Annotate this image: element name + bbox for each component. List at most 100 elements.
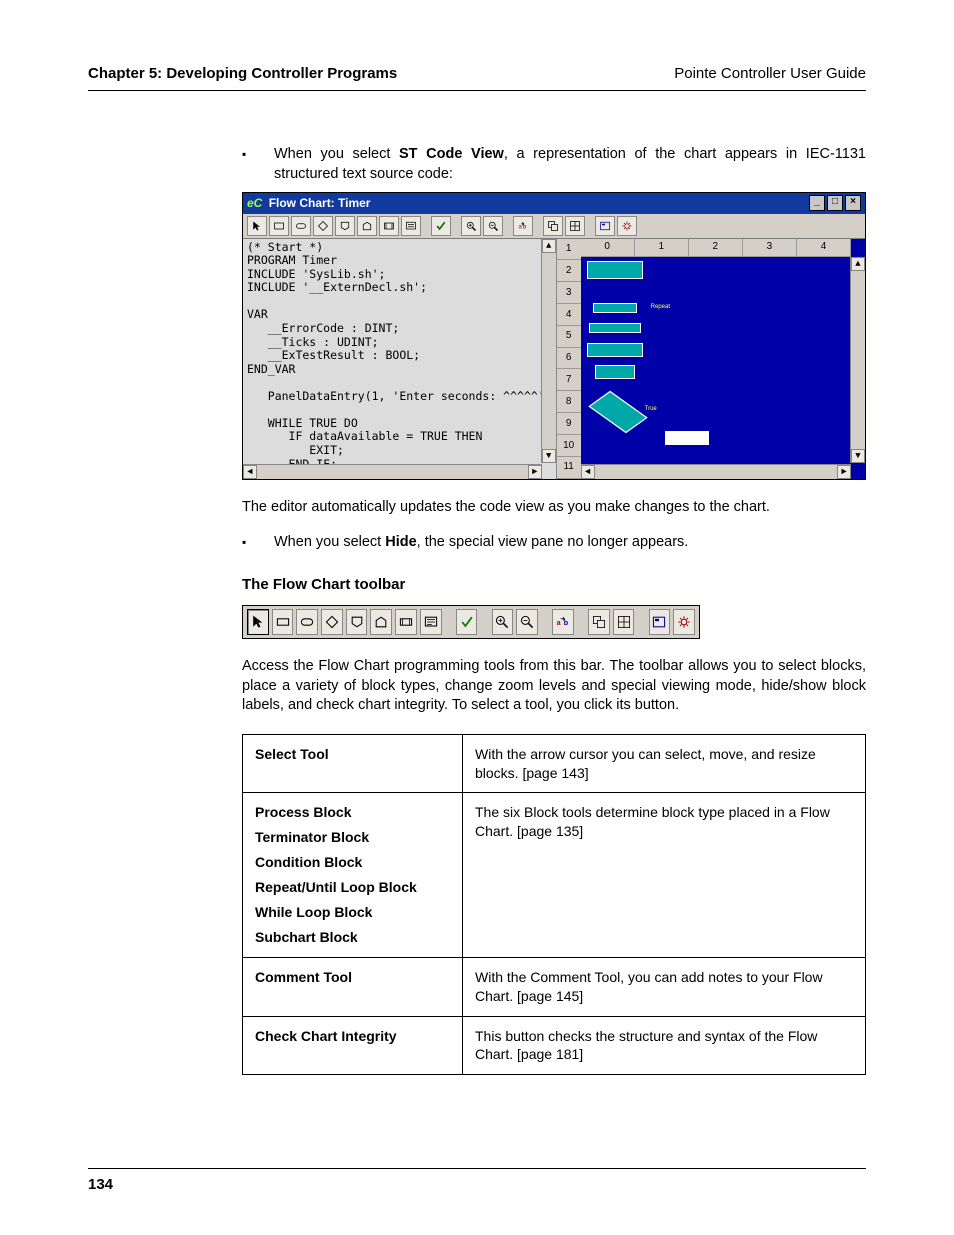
- flowchart-condition[interactable]: [588, 390, 647, 432]
- bullet-item: ▪ When you select Hide, the special view…: [242, 533, 866, 553]
- subchart-block-icon[interactable]: [379, 216, 399, 236]
- flowchart-label: True: [645, 405, 657, 413]
- bullet-text: When you select Hide, the special view p…: [274, 533, 866, 553]
- running-header: Chapter 5: Developing Controller Program…: [88, 64, 866, 91]
- table-row: Comment Tool With the Comment Tool, you …: [243, 957, 866, 1016]
- labels-icon[interactable]: [649, 609, 671, 635]
- comment-block-icon[interactable]: [401, 216, 421, 236]
- zoom-out-icon[interactable]: [483, 216, 503, 236]
- minimize-button[interactable]: _: [809, 195, 825, 211]
- while-loop-block-icon[interactable]: [357, 216, 377, 236]
- scroll-left-icon[interactable]: ◄: [581, 465, 595, 479]
- table-row: Select Tool With the arrow cursor you ca…: [243, 734, 866, 793]
- scroll-right-icon[interactable]: ►: [837, 465, 851, 479]
- repeat-loop-block-icon[interactable]: [346, 609, 368, 635]
- bullet-marker: ▪: [242, 145, 256, 184]
- svg-text:a: a: [557, 618, 562, 627]
- copy-view-icon[interactable]: [588, 609, 610, 635]
- flowchart-block[interactable]: [595, 365, 635, 379]
- condition-block-icon[interactable]: [321, 609, 343, 635]
- settings-icon[interactable]: [617, 216, 637, 236]
- special-view-icon[interactable]: [565, 216, 585, 236]
- subchart-block-icon[interactable]: [395, 609, 417, 635]
- scroll-right-icon[interactable]: ►: [528, 465, 542, 479]
- repeat-loop-block-icon[interactable]: [335, 216, 355, 236]
- tool-label: Check Chart Integrity: [255, 1027, 450, 1046]
- pointer-icon[interactable]: [247, 216, 267, 236]
- embedded-toolbar: ab: [243, 214, 865, 239]
- tool-label: Condition Block: [255, 853, 450, 872]
- tool-description: The six Block tools determine block type…: [463, 793, 866, 957]
- toolbar-paragraph: Access the Flow Chart programming tools …: [242, 657, 866, 716]
- flowchart-canvas[interactable]: Repeat True: [581, 257, 851, 465]
- flowchart-toolbar: ab: [242, 605, 700, 639]
- col-headers: 0 1 2 3 4: [581, 239, 851, 257]
- flowchart-block[interactable]: [587, 261, 643, 279]
- close-button[interactable]: ×: [845, 195, 861, 211]
- table-row: Process Block Terminator Block Condition…: [243, 793, 866, 957]
- terminator-block-icon[interactable]: [291, 216, 311, 236]
- window-titlebar: eC Flow Chart: Timer _ □ ×: [243, 193, 865, 213]
- tool-description: This button checks the structure and syn…: [463, 1016, 866, 1075]
- chart-hscrollbar[interactable]: ◄ ►: [581, 464, 851, 479]
- settings-icon[interactable]: [673, 609, 695, 635]
- para-after-window: The editor automatically updates the cod…: [242, 498, 866, 518]
- guide-title: Pointe Controller User Guide: [674, 64, 866, 84]
- section-heading: The Flow Chart toolbar: [242, 575, 866, 595]
- scroll-down-icon[interactable]: ▼: [542, 449, 556, 463]
- chart-vscrollbar[interactable]: ▲ ▼: [850, 257, 865, 463]
- code-hscrollbar[interactable]: ◄ ►: [243, 464, 542, 479]
- flowchart-block[interactable]: [593, 303, 637, 313]
- svg-text:b: b: [523, 224, 527, 230]
- bullet-marker: ▪: [242, 533, 256, 553]
- table-row: Check Chart Integrity This button checks…: [243, 1016, 866, 1075]
- zoom-out-icon[interactable]: [516, 609, 538, 635]
- zoom-in-icon[interactable]: [461, 216, 481, 236]
- scroll-up-icon[interactable]: ▲: [542, 239, 556, 253]
- svg-text:a: a: [519, 224, 523, 230]
- tool-table: Select Tool With the arrow cursor you ca…: [242, 734, 866, 1076]
- st-code-text: (* Start *) PROGRAM Timer INCLUDE 'SysLi…: [243, 239, 556, 479]
- chapter-title: Chapter 5: Developing Controller Program…: [88, 64, 397, 84]
- while-loop-block-icon[interactable]: [370, 609, 392, 635]
- st-code-pane: (* Start *) PROGRAM Timer INCLUDE 'SysLi…: [243, 239, 557, 479]
- check-integrity-icon[interactable]: [431, 216, 451, 236]
- special-view-icon[interactable]: [613, 609, 635, 635]
- zoom-in-icon[interactable]: [492, 609, 514, 635]
- page-number: 134: [88, 1168, 866, 1195]
- app-icon: eC: [247, 196, 262, 210]
- labels-icon[interactable]: [595, 216, 615, 236]
- condition-block-icon[interactable]: [313, 216, 333, 236]
- flowchart-label: Repeat: [651, 303, 670, 311]
- flowchart-block[interactable]: [589, 323, 641, 333]
- tool-label: Select Tool: [255, 745, 450, 764]
- replace-vars-icon[interactable]: ab: [513, 216, 533, 236]
- window-title: Flow Chart: Timer: [269, 196, 371, 210]
- scroll-left-icon[interactable]: ◄: [243, 465, 257, 479]
- copy-view-icon[interactable]: [543, 216, 563, 236]
- process-block-icon[interactable]: [272, 609, 294, 635]
- check-integrity-icon[interactable]: [456, 609, 478, 635]
- maximize-button[interactable]: □: [827, 195, 843, 211]
- flowchart-pane: 1 2 3 4 5 6 7 8 9 10 11 0 1: [557, 239, 865, 479]
- tool-label: Process Block: [255, 803, 450, 822]
- bullet-item: ▪ When you select ST Code View, a repres…: [242, 145, 866, 184]
- terminator-block-icon[interactable]: [296, 609, 318, 635]
- tool-label: Terminator Block: [255, 828, 450, 847]
- bullet-text: When you select ST Code View, a represen…: [274, 145, 866, 184]
- scroll-up-icon[interactable]: ▲: [851, 257, 865, 271]
- tool-label: Subchart Block: [255, 928, 450, 947]
- code-vscrollbar[interactable]: ▲ ▼: [541, 239, 556, 463]
- pointer-icon[interactable]: [247, 609, 269, 635]
- tool-label: Comment Tool: [255, 968, 450, 987]
- tool-description: With the arrow cursor you can select, mo…: [463, 734, 866, 793]
- comment-block-icon[interactable]: [420, 609, 442, 635]
- tool-description: With the Comment Tool, you can add notes…: [463, 957, 866, 1016]
- flowchart-block[interactable]: [587, 343, 643, 357]
- tool-label: While Loop Block: [255, 903, 450, 922]
- scroll-down-icon[interactable]: ▼: [851, 449, 865, 463]
- svg-text:b: b: [564, 618, 569, 627]
- process-block-icon[interactable]: [269, 216, 289, 236]
- replace-vars-icon[interactable]: ab: [552, 609, 574, 635]
- flowchart-block[interactable]: [665, 431, 709, 445]
